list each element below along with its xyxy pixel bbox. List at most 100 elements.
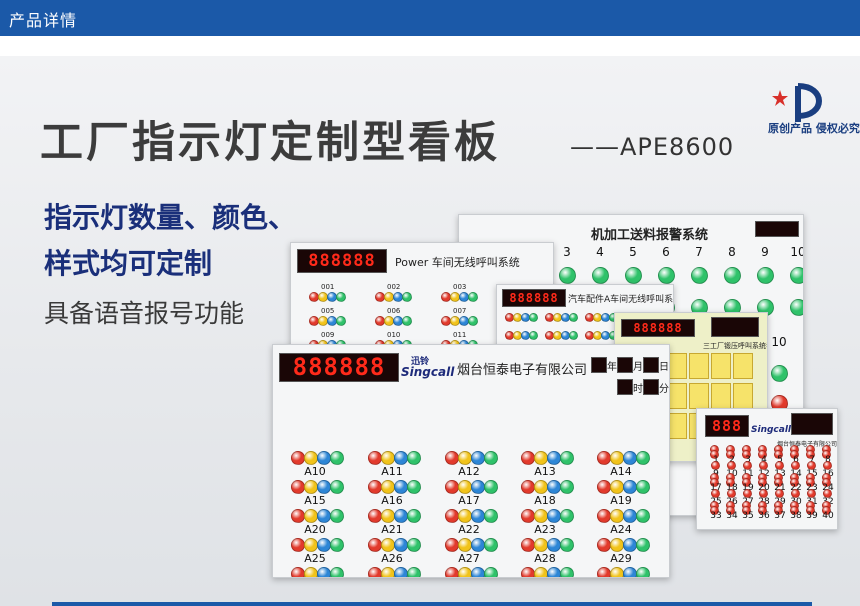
indicator-light-icon bbox=[381, 451, 395, 465]
station-code: 006 bbox=[387, 307, 401, 315]
section-header: 产品详情 bbox=[0, 0, 860, 36]
indicator-light-icon bbox=[597, 451, 611, 465]
indicator-light-icon bbox=[336, 292, 346, 302]
alarm-board-title: 机加工送料报警系统 bbox=[591, 228, 709, 243]
indicator-light-icon bbox=[458, 567, 472, 577]
indicator-light-icon bbox=[407, 451, 421, 465]
indicator-light-icon bbox=[368, 538, 382, 552]
indicator-light-icon bbox=[610, 451, 624, 465]
station-label: A17 bbox=[458, 494, 480, 507]
indicator-light-icon bbox=[623, 451, 637, 465]
forging-cell bbox=[667, 413, 687, 439]
indicator-light-icon bbox=[484, 480, 498, 494]
indicator-light-icon bbox=[291, 538, 305, 552]
indicator-light-icon bbox=[471, 509, 485, 523]
indicator-light-icon bbox=[534, 567, 548, 577]
indicator-light-icon bbox=[368, 451, 382, 465]
forging-cell bbox=[711, 383, 731, 409]
indicator-light-icon bbox=[569, 331, 578, 340]
indicator-light-icon bbox=[623, 480, 637, 494]
station-code: 011 bbox=[453, 331, 467, 339]
indicator-light-icon bbox=[547, 509, 561, 523]
power-board-display: 888888 bbox=[297, 249, 387, 273]
station-label: A28 bbox=[534, 552, 556, 565]
indicator-light-icon bbox=[304, 509, 318, 523]
indicator-light-icon bbox=[757, 267, 774, 284]
station-code: 003 bbox=[453, 283, 467, 291]
main-board-brand: Singcall bbox=[401, 365, 455, 379]
indicator-light-icon bbox=[534, 509, 548, 523]
indicator-light-icon bbox=[610, 538, 624, 552]
column-number: 7 bbox=[695, 245, 703, 259]
indicator-light-icon bbox=[291, 480, 305, 494]
forging-cell bbox=[733, 353, 753, 379]
indicator-light-icon bbox=[610, 480, 624, 494]
station-code: 007 bbox=[453, 307, 467, 315]
indicator-light-icon bbox=[521, 480, 535, 494]
indicator-light-icon bbox=[560, 509, 574, 523]
clock-unit: 分 bbox=[659, 384, 669, 395]
indicator-light-icon bbox=[658, 267, 675, 284]
indicator-light-icon bbox=[304, 480, 318, 494]
indicator-light-icon bbox=[560, 480, 574, 494]
forging-cell bbox=[689, 353, 709, 379]
auto-board-title: 汽车配件A车间无线呼叫系统 bbox=[568, 295, 674, 305]
indicator-light-icon bbox=[330, 509, 344, 523]
column-number: 10 bbox=[790, 245, 803, 259]
indicator-light-icon bbox=[610, 509, 624, 523]
indicator-light-icon bbox=[458, 451, 472, 465]
indicator-light-icon bbox=[458, 538, 472, 552]
indicator-light-icon bbox=[471, 538, 485, 552]
indicator-light-icon bbox=[547, 538, 561, 552]
indicator-light-icon bbox=[407, 480, 421, 494]
station-label: A11 bbox=[381, 465, 403, 478]
indicator-light-icon bbox=[547, 567, 561, 577]
station-label: A15 bbox=[304, 494, 326, 507]
indicator-light-icon bbox=[623, 567, 637, 577]
indicator-light-icon bbox=[291, 509, 305, 523]
station-label: A12 bbox=[458, 465, 480, 478]
indicator-light-icon bbox=[394, 509, 408, 523]
column-number: 8 bbox=[728, 245, 736, 259]
indicator-light-icon bbox=[468, 292, 478, 302]
indicator-light-icon bbox=[368, 480, 382, 494]
forging-cell bbox=[689, 383, 709, 409]
indicator-light-icon bbox=[636, 480, 650, 494]
indicator-light-icon bbox=[547, 480, 561, 494]
indicator-light-icon bbox=[521, 538, 535, 552]
indicator-light-icon bbox=[317, 567, 331, 577]
indicator-light-icon bbox=[445, 509, 459, 523]
indicator-light-icon bbox=[623, 538, 637, 552]
indicator-light-icon bbox=[623, 509, 637, 523]
indicator-light-icon bbox=[534, 538, 548, 552]
forging-board-title: 三工厂锻压呼叫系统看板 bbox=[703, 342, 767, 350]
station-label: A24 bbox=[610, 523, 632, 536]
indicator-light-icon bbox=[458, 509, 472, 523]
indicator-light-icon bbox=[560, 538, 574, 552]
indicator-light-icon bbox=[330, 567, 344, 577]
power-board-title: Power 车间无线呼叫系统 bbox=[395, 256, 520, 269]
indicator-light-icon bbox=[381, 538, 395, 552]
auto-board-display: 888888 bbox=[502, 289, 566, 307]
bottom-divider bbox=[52, 602, 812, 606]
main-board-display: 888888 bbox=[279, 353, 399, 382]
indicator-light-icon bbox=[304, 538, 318, 552]
indicator-light-icon bbox=[445, 567, 459, 577]
indicator-light-icon bbox=[569, 313, 578, 322]
station-code: 005 bbox=[321, 307, 335, 315]
indicator-light-icon bbox=[471, 480, 485, 494]
indicator-light-icon bbox=[534, 480, 548, 494]
main-board: 888888 迅铃 Singcall 烟台恒泰电子有限公司 年月日时分 A10 A… bbox=[272, 344, 670, 578]
indicator-light-icon bbox=[597, 509, 611, 523]
indicator-light-icon bbox=[560, 451, 574, 465]
indicator-light-icon bbox=[317, 509, 331, 523]
indicator-light-icon bbox=[521, 451, 535, 465]
indicator-light-icon bbox=[394, 451, 408, 465]
station-label: A16 bbox=[381, 494, 403, 507]
forging-cell bbox=[711, 353, 731, 379]
indicator-light-icon bbox=[304, 567, 318, 577]
forging-cell bbox=[733, 383, 753, 409]
column-number: 6 bbox=[662, 245, 670, 259]
station-label: A18 bbox=[534, 494, 556, 507]
indicator-light-icon bbox=[597, 538, 611, 552]
